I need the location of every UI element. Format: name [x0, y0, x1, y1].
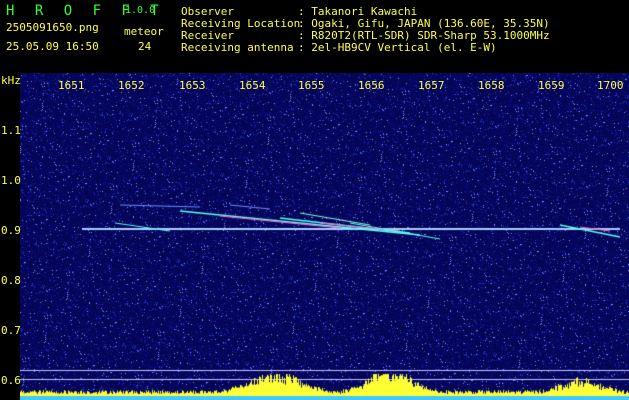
x-tick-label: 1651 [58, 79, 85, 92]
x-tick-label: 1659 [538, 79, 565, 92]
x-tick-label: 1656 [358, 79, 385, 92]
x-tick-label: 1655 [298, 79, 325, 92]
y-tick-label: 0.9 [1, 224, 21, 237]
y-tick-label: 1.1 [1, 124, 21, 137]
spectrogram-canvas [20, 73, 629, 400]
x-tick-label: 1654 [239, 79, 266, 92]
x-tick-label: 1700 [597, 79, 624, 92]
file-name: 2505091650.png [6, 21, 99, 34]
y-tick-label: 0.6 [1, 374, 21, 387]
meteor-label: meteor [124, 25, 164, 38]
y-unit-label: kHz [1, 74, 21, 87]
antenna-value: : 2el-HB9CV Vertical (el. E-W) [298, 41, 497, 54]
y-tick-label: 0.7 [1, 324, 21, 337]
x-tick-label: 1652 [118, 79, 145, 92]
x-tick-label: 1657 [418, 79, 445, 92]
observation-datetime: 25.05.09 16:50 [6, 40, 99, 53]
x-tick-label: 1658 [478, 79, 505, 92]
app-version: 1.0.0 [125, 5, 156, 16]
x-tick-label: 1653 [179, 79, 206, 92]
antenna-label: Receiving antenna [181, 41, 294, 54]
header-panel: H R O F F T 1.0.0 2505091650.png meteor … [0, 0, 629, 73]
meteor-count: 24 [138, 40, 152, 53]
y-tick-label: 1.0 [1, 174, 21, 187]
y-tick-label: 0.8 [1, 274, 21, 287]
